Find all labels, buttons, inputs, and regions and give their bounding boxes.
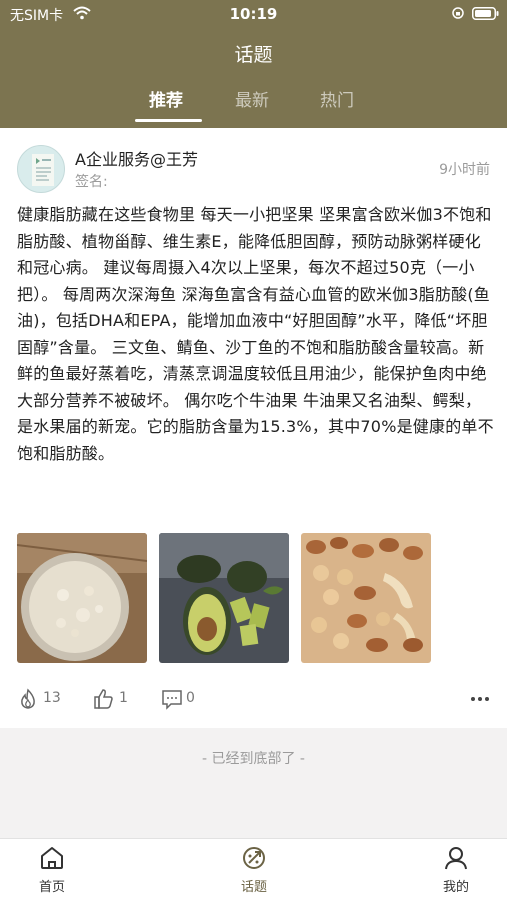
home-icon [41,847,63,869]
tabbar-item-topic[interactable]: 话题 [214,839,294,900]
avatar-logo-icon [32,154,54,186]
active-tab-indicator [135,119,202,122]
author-signature: 签名: [75,174,108,190]
status-time: 10:19 [229,5,278,23]
page-title: 话题 [234,44,273,66]
more-icon[interactable] [470,696,490,702]
topic-icon [243,847,265,869]
topic-tabs: 推荐 最新 热门 [0,86,507,122]
end-of-list-note: - 已经到底部了 - [201,751,305,767]
tabbar-label-home: 首页 [38,880,65,895]
like-count: 1 [119,690,128,706]
oats-photo[interactable] [17,533,147,663]
battery-icon [472,7,499,20]
tabbar-item-profile[interactable]: 我的 [416,839,496,900]
tab-recommended[interactable]: 推荐 [149,86,183,111]
tabbar-label-profile: 我的 [442,880,469,895]
status-bar: 无SIM卡 10:19 [0,0,507,30]
profile-icon [445,847,467,870]
fire-icon[interactable] [17,688,39,710]
post-time: 9小时前 [439,162,490,178]
bottom-tab-bar: 首页 话题 我的 [0,838,507,900]
orientation-lock-icon [452,7,464,19]
comment-icon[interactable] [161,688,183,710]
comment-count: 0 [186,690,195,706]
hot-count: 13 [43,690,61,706]
avocado-photo[interactable] [159,533,289,663]
tab-hot[interactable]: 热门 [320,86,354,111]
post-actions: 13 1 0 [0,686,507,716]
tabbar-label-topic: 话题 [240,880,267,895]
post-body[interactable]: 健康脂肪藏在这些食物里 每天一小把坚果 坚果富含欧米伽3不饱和脂肪酸、植物甾醇、… [17,202,495,467]
author-name[interactable]: A企业服务@王芳 [75,146,198,170]
post-card[interactable]: A企业服务@王芳 签名: 9小时前 健康脂肪藏在这些食物里 每天一小把坚果 坚果… [0,128,507,728]
tabbar-item-home[interactable]: 首页 [12,839,92,900]
app-header: 无SIM卡 10:19 话题 推荐 最新 热门 [0,0,507,128]
tab-latest[interactable]: 最新 [235,86,269,111]
nuts-photo[interactable] [301,533,431,663]
author-avatar[interactable] [17,145,65,193]
thumbs-up-icon[interactable] [93,688,115,710]
